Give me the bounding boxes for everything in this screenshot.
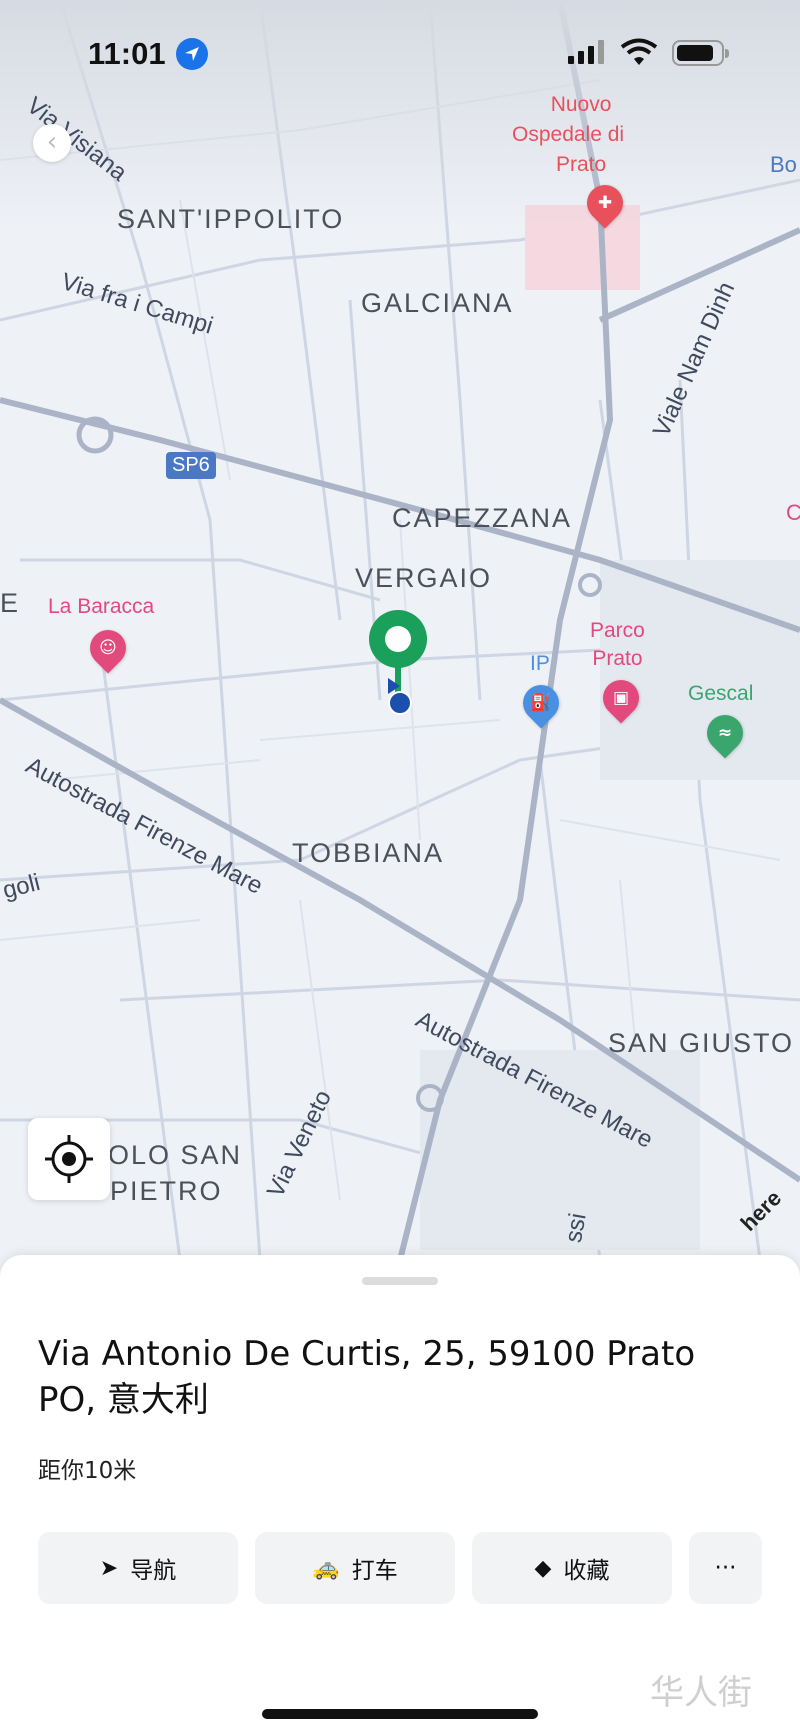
fuel-icon[interactable]: ⛽ [515, 677, 567, 729]
poi-la-baracca-label[interactable]: La Baracca [48, 595, 154, 619]
taxi-icon: 🚕 [312, 1555, 340, 1581]
home-indicator[interactable] [262, 1709, 538, 1719]
status-time: 11:01 [88, 36, 166, 71]
district-label: PIETRO [110, 1176, 223, 1206]
poi-gescal-label[interactable]: Gescal [688, 682, 753, 706]
wifi-icon [620, 38, 658, 65]
navigate-label: 导航 [130, 1558, 177, 1584]
road-shield-sp6: SP6 [166, 452, 216, 479]
map-view[interactable]: SANT'IPPOLITO GALCIANA CAPEZZANA VERGAIO… [0, 0, 800, 1260]
cellular-signal-icon [568, 40, 604, 64]
place-detail-sheet[interactable]: Via Antonio De Curtis, 25, 59100 Prato P… [0, 1255, 800, 1733]
more-icon: ··· [714, 1555, 737, 1581]
taxi-label: 打车 [351, 1558, 398, 1584]
watermark: 华人街 [650, 1673, 752, 1713]
favorite-label: 收藏 [563, 1558, 610, 1584]
district-label: SANT'IPPOLITO [117, 204, 345, 234]
district-label: E [0, 588, 21, 618]
battery-icon [672, 40, 729, 66]
district-label: OLO SAN [108, 1140, 243, 1170]
back-button[interactable]: ‹ [33, 124, 71, 162]
edge-label: Bo [770, 152, 797, 177]
district-label: CAPEZZANA [392, 503, 573, 533]
sheet-grabber[interactable] [362, 1277, 438, 1285]
destination-pin-icon[interactable] [366, 606, 438, 716]
navigate-arrow-icon: ➤ [99, 1555, 119, 1581]
theater-icon[interactable]: ☺ [82, 622, 134, 674]
hospital-icon[interactable]: ✚ [579, 177, 631, 229]
poi-parco-prato-label[interactable]: Parco Prato [590, 617, 645, 673]
district-label: SAN GIUSTO [608, 1028, 795, 1058]
locate-me-button[interactable] [28, 1118, 110, 1200]
swimming-icon[interactable]: ≈ [699, 707, 751, 759]
location-arrow-icon [176, 38, 208, 70]
place-address: Via Antonio De Curtis, 25, 59100 Prato P… [38, 1334, 696, 1420]
edge-label: C [786, 500, 800, 525]
road-label: ssi [560, 1211, 592, 1245]
cube-icon: ◆ [534, 1555, 552, 1581]
more-button[interactable]: ··· [689, 1532, 762, 1604]
navigate-button[interactable]: ➤ 导航 [38, 1532, 238, 1604]
chevron-left-icon: ‹ [46, 127, 58, 157]
taxi-button[interactable]: 🚕 打车 [255, 1532, 455, 1604]
shopping-bag-icon[interactable]: ▣ [595, 672, 647, 724]
district-label: GALCIANA [361, 288, 514, 318]
district-label: TOBBIANA [292, 838, 445, 868]
status-bar: 11:01 [0, 0, 800, 110]
place-distance: 距你10米 [38, 1458, 137, 1484]
favorite-button[interactable]: ◆ 收藏 [472, 1532, 672, 1604]
poi-ip-label[interactable]: IP [530, 652, 550, 676]
district-label: VERGAIO [355, 563, 493, 593]
crosshair-icon [45, 1135, 93, 1183]
